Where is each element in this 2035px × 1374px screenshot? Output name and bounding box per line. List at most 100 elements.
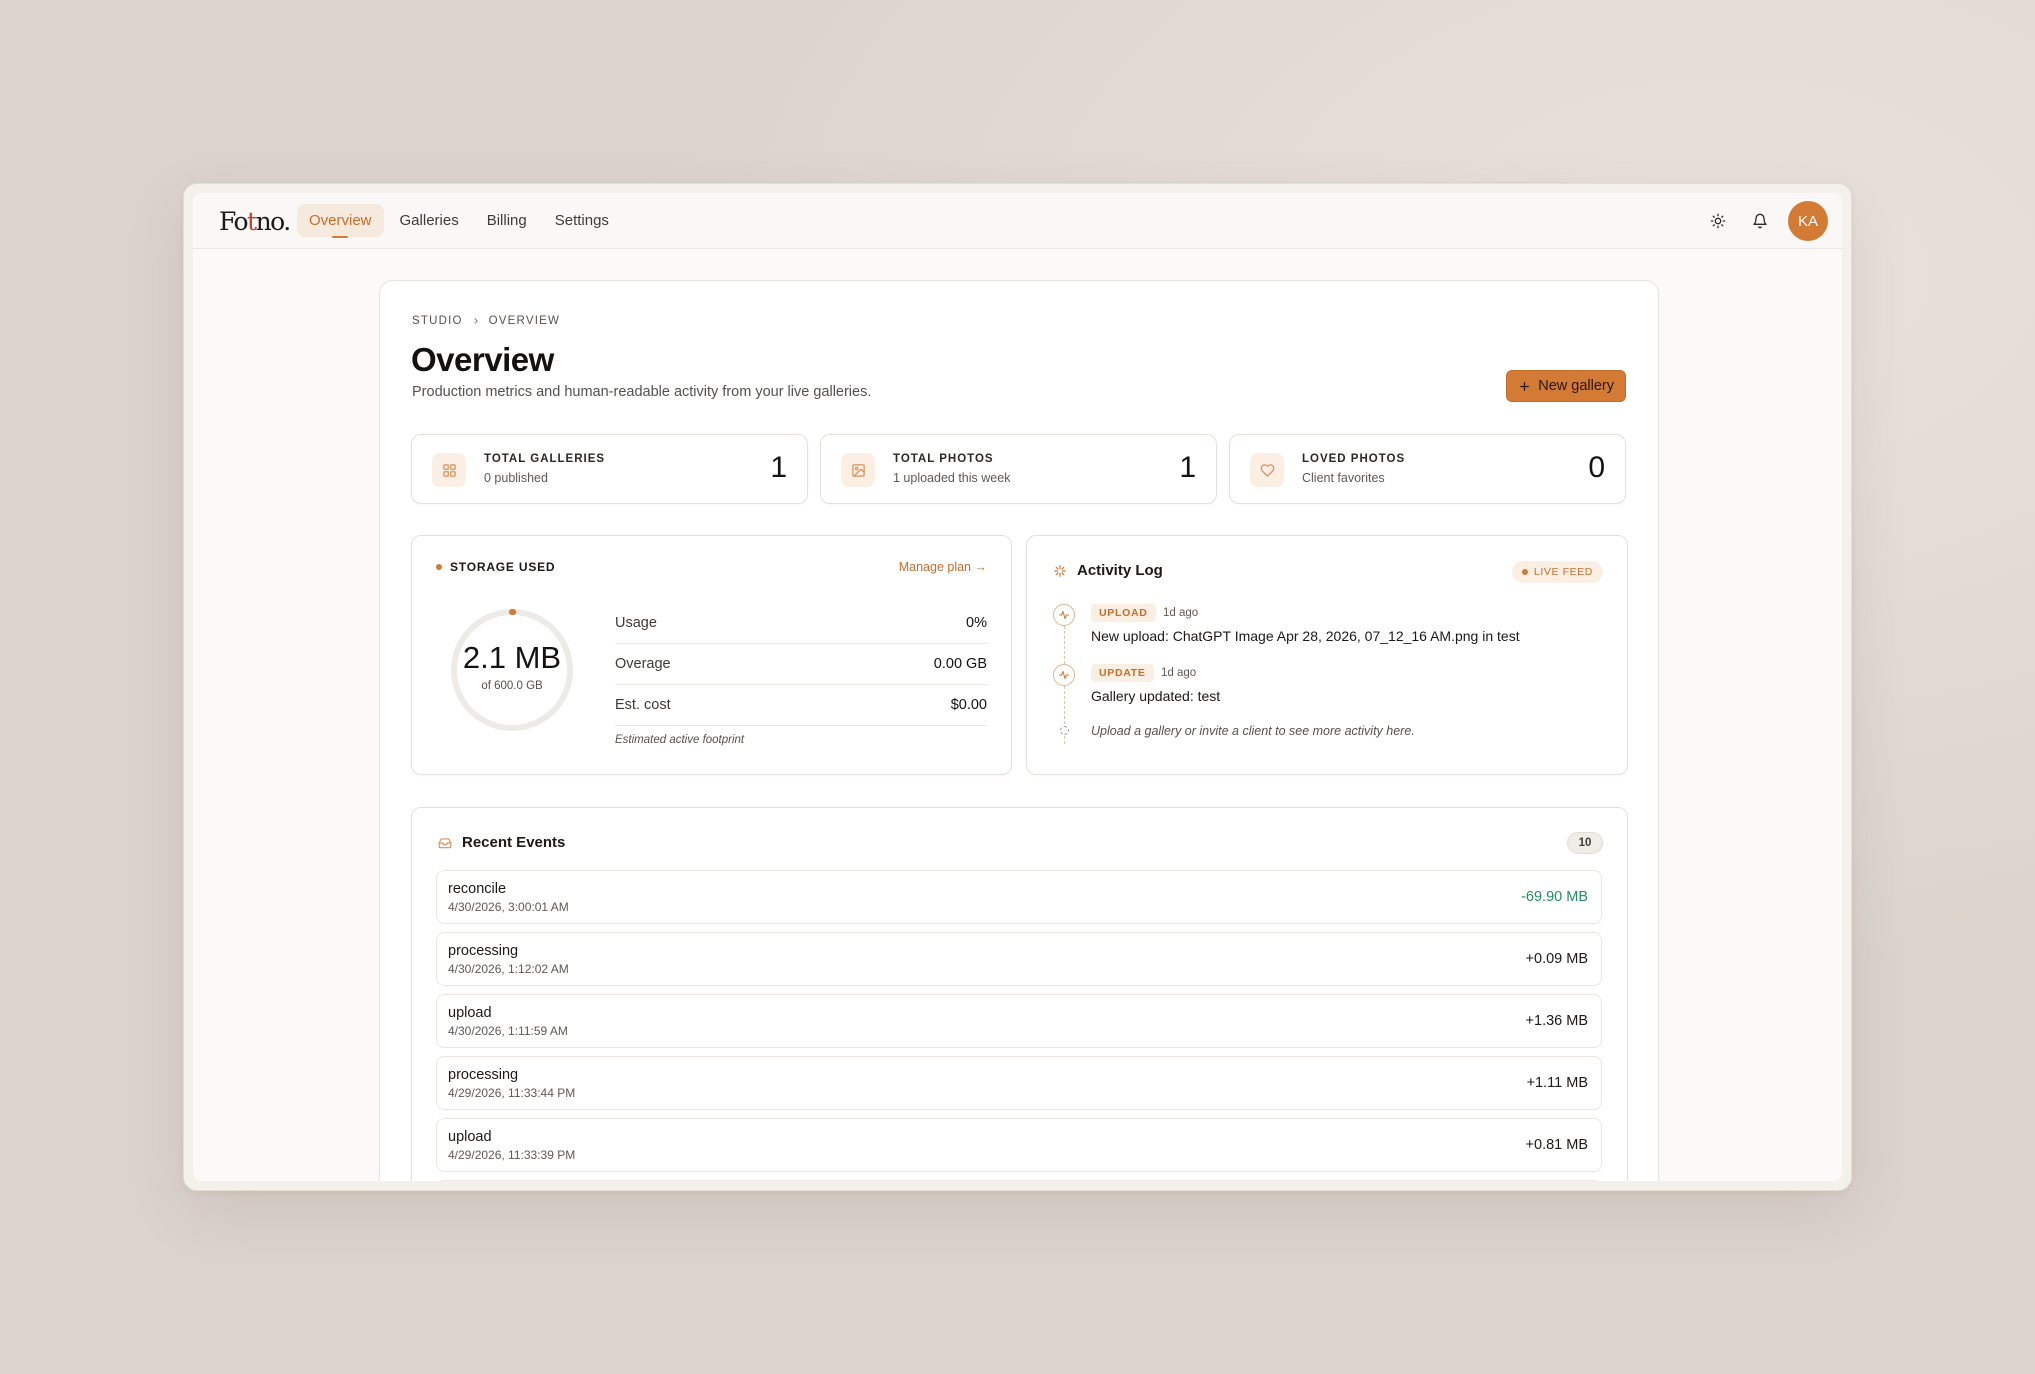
stat-sub: 1 uploaded this week: [893, 471, 1011, 485]
app-window: Fotno. Overview Galleries Billing Settin…: [183, 183, 1852, 1191]
storage-capacity: of 600.0 GB: [481, 680, 543, 692]
event-time-ago: 1d ago: [1161, 667, 1197, 679]
event-timestamp: 4/30/2026, 1:12:02 AM: [448, 962, 569, 976]
event-delta: +0.09 MB: [1525, 951, 1588, 967]
app-shell: Fotno. Overview Galleries Billing Settin…: [193, 193, 1842, 1181]
live-feed-label: LIVE FEED: [1533, 566, 1593, 578]
storage-used-value: 2.1 MB: [462, 640, 562, 675]
stat-label: TOTAL PHOTOS: [893, 453, 994, 465]
event-count-badge: 10: [1567, 832, 1603, 854]
plus-icon: [1520, 381, 1530, 391]
event-delta: +1.36 MB: [1525, 1013, 1588, 1029]
stat-value: 0: [1588, 451, 1605, 484]
event-tag: UPLOAD: [1091, 604, 1156, 622]
recent-events-panel: Recent Events 10 reconcile 4/30/2026, 3:…: [411, 807, 1628, 1181]
activity-pulse-icon: [1058, 610, 1070, 620]
tab-overview[interactable]: Overview: [297, 204, 384, 238]
overview-page: STUDIO OVERVIEW Overview Production metr…: [379, 280, 1659, 1181]
event-delta: +0.81 MB: [1525, 1137, 1588, 1153]
brand-logo[interactable]: Fotno.: [219, 207, 292, 236]
new-gallery-button[interactable]: New gallery: [1506, 370, 1626, 402]
metric-key: Overage: [615, 656, 671, 672]
metric-value: 0.00 GB: [933, 656, 987, 672]
breadcrumb: STUDIO OVERVIEW: [412, 315, 560, 327]
activity-pulse-icon: [1058, 670, 1070, 680]
activity-header: Activity Log: [1053, 562, 1163, 579]
status-dot-icon: [436, 564, 442, 570]
page-subtitle: Production metrics and human-readable ac…: [412, 384, 872, 400]
metric-row-overage: Overage 0.00 GB: [615, 644, 987, 685]
image-icon: [851, 463, 865, 477]
bell-icon: [1753, 213, 1767, 229]
logo-text-end: no.: [255, 207, 292, 236]
theme-toggle-button[interactable]: [1704, 207, 1732, 235]
breadcrumb-current: OVERVIEW: [488, 315, 561, 327]
event-row[interactable]: upload 4/29/2026, 11:33:39 PM +0.81 MB: [436, 1118, 1602, 1172]
event-name: processing: [448, 1067, 519, 1083]
event-timestamp: 4/30/2026, 3:00:01 AM: [448, 900, 569, 914]
stat-sub: Client favorites: [1302, 471, 1385, 485]
stat-card-total-photos[interactable]: TOTAL PHOTOS 1 uploaded this week 1: [820, 434, 1217, 504]
notifications-button[interactable]: [1746, 207, 1774, 235]
grid-icon: [442, 463, 456, 477]
heart-icon: [1260, 463, 1274, 477]
timeline-node: [1053, 664, 1075, 686]
metric-row-usage: Usage 0%: [615, 603, 987, 644]
nav-tabs: Overview Galleries Billing Settings: [297, 204, 621, 238]
stat-card-loved-photos[interactable]: LOVED PHOTOS Client favorites 0: [1229, 434, 1626, 504]
event-name: reconcile: [448, 881, 507, 897]
storage-header: STORAGE USED: [436, 560, 555, 574]
events-list: reconcile 4/30/2026, 3:00:01 AM -69.90 M…: [436, 870, 1602, 1181]
event-name: upload: [448, 1005, 492, 1021]
event-tag: UPDATE: [1091, 664, 1154, 682]
event-timestamp: 4/29/2026, 11:33:44 PM: [448, 1086, 576, 1100]
tab-settings[interactable]: Settings: [543, 204, 621, 237]
event-timestamp: 4/29/2026, 11:33:39 PM: [448, 1148, 576, 1162]
activity-title: Activity Log: [1077, 562, 1163, 579]
live-feed-badge: LIVE FEED: [1511, 561, 1603, 583]
event-row[interactable]: processing 4/30/2026, 1:12:02 AM +0.09 M…: [436, 932, 1602, 986]
storage-footnote: Estimated active footprint: [615, 734, 745, 746]
tab-galleries[interactable]: Galleries: [388, 204, 471, 237]
storage-panel: STORAGE USED Manage plan → 2.1 MB of 600…: [411, 535, 1012, 775]
logo-text-start: Fo: [219, 207, 249, 236]
event-time-ago: 1d ago: [1163, 607, 1199, 619]
event-row[interactable]: upload 4/30/2026, 1:11:59 AM +1.36 MB: [436, 994, 1602, 1048]
metric-value: $0.00: [950, 697, 987, 713]
activity-hint: Upload a gallery or invite a client to s…: [1091, 724, 1415, 738]
user-avatar[interactable]: KA: [1788, 201, 1828, 241]
stat-card-total-galleries[interactable]: TOTAL GALLERIES 0 published 1: [411, 434, 808, 504]
event-timestamp: 4/30/2026, 1:11:59 AM: [448, 1024, 568, 1038]
event-delta: +1.11 MB: [1526, 1075, 1588, 1091]
nav-actions: KA: [1704, 201, 1828, 241]
metric-key: Usage: [615, 615, 657, 631]
sun-icon: [1710, 213, 1726, 229]
breadcrumb-studio[interactable]: STUDIO: [412, 315, 463, 327]
event-name: processing: [448, 943, 519, 959]
timeline-empty-node-icon: [1060, 726, 1069, 735]
stat-sub: 0 published: [484, 471, 548, 485]
event-delta: -69.90 MB: [1521, 889, 1588, 905]
stat-label: LOVED PHOTOS: [1302, 453, 1406, 465]
stat-label: TOTAL GALLERIES: [484, 453, 606, 465]
event-row[interactable]: [436, 1180, 1602, 1181]
new-gallery-label: New gallery: [1538, 378, 1614, 394]
event-row[interactable]: reconcile 4/30/2026, 3:00:01 AM -69.90 M…: [436, 870, 1602, 924]
manage-plan-link[interactable]: Manage plan →: [899, 560, 987, 574]
page-title: Overview: [411, 341, 554, 378]
metric-key: Est. cost: [615, 697, 671, 713]
metric-value: 0%: [966, 615, 987, 631]
storage-metrics: Usage 0% Overage 0.00 GB Est. cost $0.00: [615, 603, 987, 726]
event-message: New upload: ChatGPT Image Apr 28, 2026, …: [1091, 628, 1520, 644]
tab-billing[interactable]: Billing: [475, 204, 539, 237]
event-row[interactable]: processing 4/29/2026, 11:33:44 PM +1.11 …: [436, 1056, 1602, 1110]
activity-log-panel: Activity Log LIVE FEED UPLOAD 1d ago New…: [1026, 535, 1628, 775]
metric-row-est-cost: Est. cost $0.00: [615, 685, 987, 726]
event-message: Gallery updated: test: [1091, 688, 1221, 704]
storage-ring: 2.1 MB of 600.0 GB: [448, 606, 576, 734]
logo-text-accent: t: [247, 207, 257, 236]
storage-title: STORAGE USED: [450, 560, 556, 574]
recent-title: Recent Events: [462, 834, 566, 851]
recent-header: Recent Events: [438, 834, 565, 851]
sparkle-icon: [1054, 564, 1066, 577]
